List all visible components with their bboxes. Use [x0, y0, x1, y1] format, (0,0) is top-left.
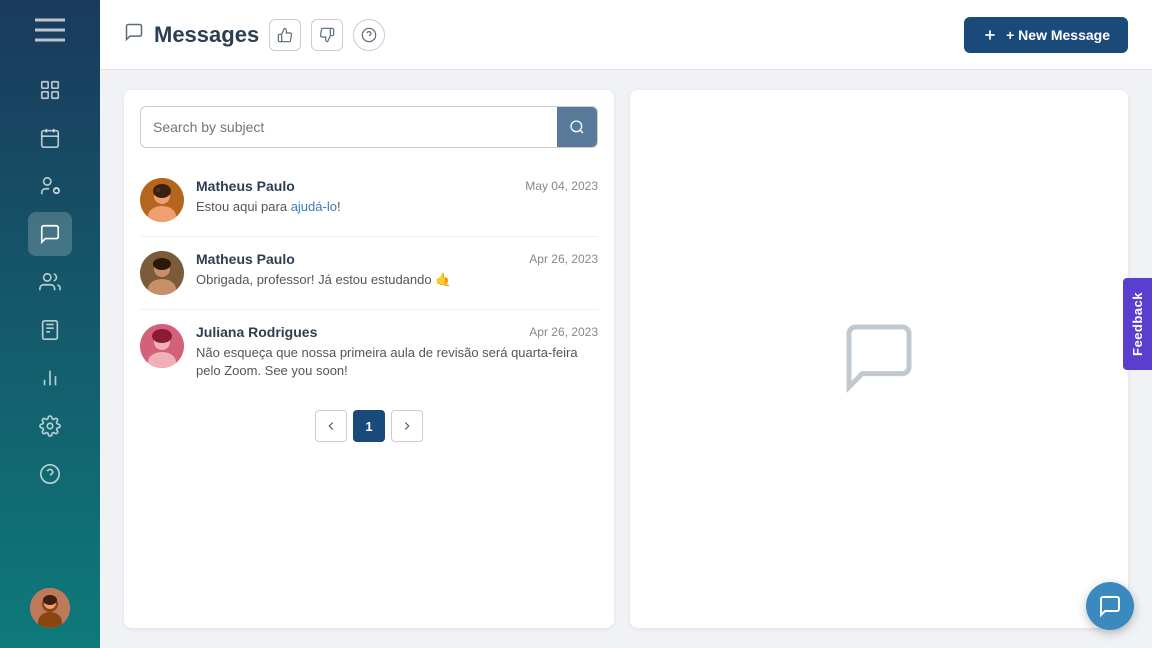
new-message-button[interactable]: + New Message [964, 17, 1128, 53]
feedback-tab[interactable]: Feedback [1123, 278, 1152, 370]
message-list: Matheus Paulo May 04, 2023 Estou aqui pa… [140, 164, 598, 394]
message-body: Matheus Paulo Apr 26, 2023 Obrigada, pro… [196, 251, 598, 289]
message-header: Matheus Paulo Apr 26, 2023 [196, 251, 598, 267]
sidebar-item-help[interactable] [28, 452, 72, 496]
sidebar-nav [28, 68, 72, 588]
message-header: Matheus Paulo May 04, 2023 [196, 178, 598, 194]
sidebar-item-dashboard[interactable] [28, 68, 72, 112]
messages-icon [124, 22, 144, 47]
message-date: Apr 26, 2023 [529, 252, 598, 266]
sidebar-item-user-settings[interactable] [28, 164, 72, 208]
header-left: Messages [124, 19, 385, 51]
message-item[interactable]: Matheus Paulo May 04, 2023 Estou aqui pa… [140, 164, 598, 237]
message-item[interactable]: Matheus Paulo Apr 26, 2023 Obrigada, pro… [140, 237, 598, 310]
sidebar-item-analytics[interactable] [28, 356, 72, 400]
user-avatar[interactable] [30, 588, 70, 628]
search-input[interactable] [141, 109, 557, 145]
message-header: Juliana Rodrigues Apr 26, 2023 [196, 324, 598, 340]
help-button[interactable] [353, 19, 385, 51]
sidebar-item-calendar[interactable] [28, 116, 72, 160]
next-page-button[interactable] [391, 410, 423, 442]
message-preview: Obrigada, professor! Já estou estudando … [196, 271, 598, 289]
sender-name: Juliana Rodrigues [196, 324, 317, 340]
avatar [140, 178, 184, 222]
message-body: Matheus Paulo May 04, 2023 Estou aqui pa… [196, 178, 598, 216]
thumbdown-button[interactable] [311, 19, 343, 51]
message-body: Juliana Rodrigues Apr 26, 2023 Não esque… [196, 324, 598, 380]
sidebar-item-settings[interactable] [28, 404, 72, 448]
sidebar-item-notebook[interactable] [28, 308, 72, 352]
avatar [140, 324, 184, 368]
sidebar-menu-toggle[interactable] [30, 10, 70, 50]
sidebar-bottom [30, 588, 70, 638]
chat-support-button[interactable] [1086, 582, 1134, 630]
current-page-button[interactable]: 1 [353, 410, 385, 442]
preview-link[interactable]: ajudá-lo [291, 199, 337, 214]
pagination: 1 [140, 410, 598, 442]
content: Matheus Paulo May 04, 2023 Estou aqui pa… [100, 70, 1152, 648]
sidebar-item-messages[interactable] [28, 212, 72, 256]
prev-page-button[interactable] [315, 410, 347, 442]
message-preview: Estou aqui para ajudá-lo! [196, 198, 598, 216]
sender-name: Matheus Paulo [196, 251, 295, 267]
chat-placeholder [630, 90, 1128, 628]
messages-panel: Matheus Paulo May 04, 2023 Estou aqui pa… [124, 90, 614, 628]
search-bar [140, 106, 598, 148]
message-date: May 04, 2023 [525, 179, 598, 193]
header: Messages + New Message [100, 0, 1152, 70]
sidebar-item-contacts[interactable] [28, 260, 72, 304]
page-title: Messages [154, 22, 259, 48]
main-area: Messages + New Message [100, 0, 1152, 648]
message-item[interactable]: Juliana Rodrigues Apr 26, 2023 Não esque… [140, 310, 598, 394]
avatar [140, 251, 184, 295]
message-preview: Não esqueça que nossa primeira aula de r… [196, 344, 598, 380]
message-date: Apr 26, 2023 [529, 325, 598, 339]
chat-bubble-icon [839, 317, 919, 402]
thumbup-button[interactable] [269, 19, 301, 51]
sidebar [0, 0, 100, 648]
sender-name: Matheus Paulo [196, 178, 295, 194]
search-button[interactable] [557, 107, 597, 147]
